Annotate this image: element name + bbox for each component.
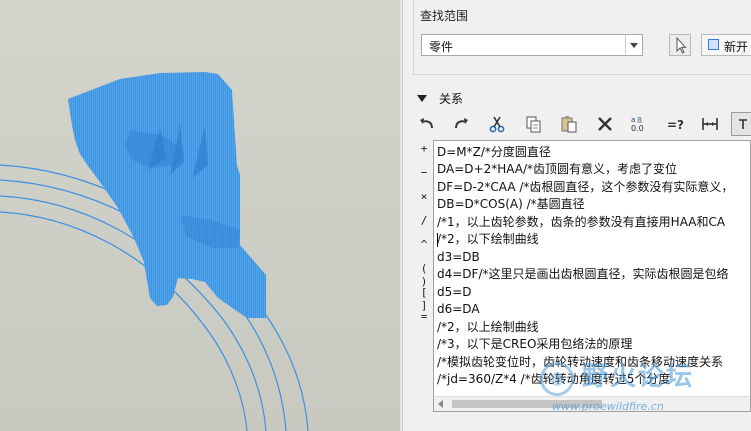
parentheses-operator[interactable]: ( ) — [415, 262, 433, 288]
code-line[interactable]: /*2，以上绘制曲线 — [437, 319, 539, 336]
gear-envelope-model[interactable] — [0, 0, 400, 431]
code-line[interactable]: d3=DB — [437, 249, 480, 266]
operator-column: + − × / ^ ( ) [ ] = — [415, 140, 433, 412]
code-line[interactable]: /*2，以下绘制曲线 — [437, 231, 539, 248]
new-window-label: 新开 — [724, 40, 749, 54]
search-scope-dropdown[interactable]: 零件 — [421, 34, 643, 56]
search-scope-value: 零件 — [429, 40, 454, 54]
collapse-triangle-icon[interactable] — [417, 95, 427, 102]
watermark: 野火论坛 www.proewildfire.cn — [540, 356, 751, 426]
brackets-operator[interactable]: [ ] — [415, 286, 433, 312]
power-operator[interactable]: ^ — [415, 238, 433, 251]
insert-parameter-icon[interactable] — [698, 112, 722, 136]
evaluate-icon[interactable]: =? — [663, 112, 687, 136]
graphics-viewport[interactable] — [0, 0, 400, 431]
new-window-button[interactable]: 新开 — [701, 34, 751, 56]
sort-icon[interactable] — [731, 112, 751, 136]
watermark-title: 野火论坛 — [582, 362, 695, 392]
delete-icon[interactable] — [593, 112, 617, 136]
svg-text:=?: =? — [667, 118, 684, 132]
redo-icon[interactable] — [449, 112, 473, 136]
search-scope-label: 查找范围 — [417, 7, 472, 24]
code-line[interactable]: DF=D-2*CAA /*齿根圆直径，这个参数没有实际意义， — [437, 179, 733, 196]
text-caret — [437, 233, 438, 247]
undo-icon[interactable] — [415, 112, 439, 136]
watermark-url: www.proewildfire.cn — [552, 400, 664, 413]
code-line[interactable]: D=M*Z/*分度圆直径 — [437, 144, 551, 161]
equals-operator[interactable]: = — [415, 310, 433, 323]
svg-text:a: a — [631, 116, 635, 124]
cut-icon[interactable] — [485, 112, 509, 136]
code-line[interactable]: d6=DA — [437, 301, 480, 318]
relations-title: 关系 — [439, 92, 464, 106]
multiply-operator[interactable]: × — [415, 190, 433, 203]
plus-operator[interactable]: + — [415, 142, 433, 155]
minus-operator[interactable]: − — [415, 166, 433, 179]
code-line[interactable]: d5=D — [437, 284, 472, 301]
relations-toolbar: a 8 0.0 =? — [413, 110, 751, 138]
forum-logo-icon — [540, 362, 574, 396]
scroll-left-icon[interactable] — [438, 400, 443, 408]
code-line[interactable]: /*3，以下是CREO采用包络法的原理 — [437, 336, 632, 353]
new-window-icon — [708, 39, 719, 50]
code-line[interactable]: DA=D+2*HAA/*齿顶圆有意义，考虑了变位 — [437, 161, 677, 178]
svg-text:0.0: 0.0 — [631, 124, 644, 133]
code-line[interactable]: /*1，以上齿轮参数，齿条的参数没有直接用HAA和CA — [437, 214, 725, 231]
select-cursor-button[interactable] — [669, 34, 691, 56]
copy-icon[interactable] — [521, 112, 545, 136]
code-line[interactable]: d4=DF/*这里只是画出齿根圆直径，实际齿根圆是包络 — [437, 266, 729, 283]
pointer-icon — [676, 36, 687, 54]
insert-function-icon[interactable]: a 8 0.0 — [627, 112, 651, 136]
chevron-down-icon[interactable] — [625, 35, 642, 55]
paste-icon[interactable] — [557, 112, 581, 136]
code-line[interactable]: DB=D*COS(A) /*基圆直径 — [437, 196, 585, 213]
divide-operator[interactable]: / — [415, 214, 433, 227]
rack-tooth-sweep — [68, 72, 266, 318]
